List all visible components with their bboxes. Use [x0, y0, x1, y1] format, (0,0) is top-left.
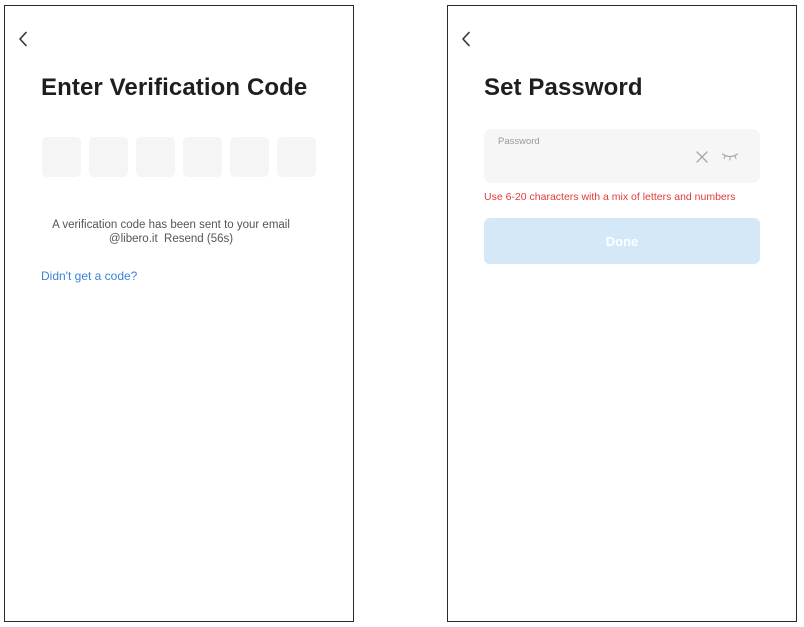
- back-button[interactable]: [13, 28, 33, 50]
- page-title: Set Password: [484, 74, 643, 101]
- eye-closed-icon[interactable]: [721, 150, 739, 162]
- code-digit-box-5[interactable]: [230, 137, 269, 177]
- close-icon[interactable]: [695, 150, 709, 164]
- code-sent-line: A verification code has been sent to you…: [52, 219, 290, 231]
- sent-email: @libero.it: [108, 233, 158, 245]
- chevron-left-icon: [462, 31, 470, 47]
- code-digit-box-3[interactable]: [136, 137, 175, 177]
- verification-code-input[interactable]: [42, 137, 318, 177]
- verification-screen: Enter Verification Code A verification c…: [4, 5, 354, 622]
- code-digit-box-2[interactable]: [89, 137, 128, 177]
- page-title: Enter Verification Code: [41, 74, 308, 101]
- chevron-left-icon: [19, 31, 27, 47]
- code-sent-line-2: @libero.it Resend (56s): [41, 232, 301, 246]
- password-requirements-hint: Use 6-20 characters with a mix of letter…: [484, 191, 736, 203]
- resend-countdown[interactable]: Resend (56s): [164, 233, 233, 245]
- didnt-get-code-link[interactable]: Didn't get a code?: [41, 269, 137, 283]
- code-digit-box-1[interactable]: [42, 137, 81, 177]
- code-digit-box-6[interactable]: [277, 137, 316, 177]
- code-digit-box-4[interactable]: [183, 137, 222, 177]
- password-label: Password: [498, 136, 540, 147]
- password-field[interactable]: Password: [484, 129, 760, 183]
- code-sent-message: A verification code has been sent to you…: [41, 218, 301, 246]
- back-button[interactable]: [456, 28, 476, 50]
- done-button[interactable]: Done: [484, 218, 760, 264]
- password-input[interactable]: [498, 153, 688, 173]
- set-password-screen: Set Password Password Use 6-20 character…: [447, 5, 797, 622]
